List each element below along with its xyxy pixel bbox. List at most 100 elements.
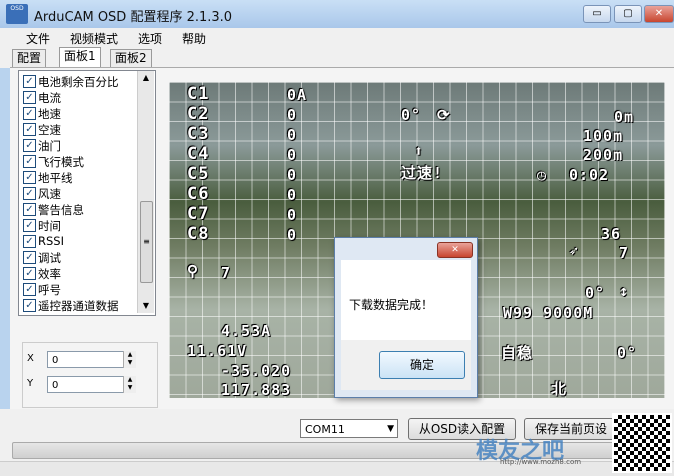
menu-help[interactable]: 帮助 — [182, 30, 206, 47]
list-item-label: 飞行模式 — [38, 155, 84, 169]
osd-channel-value: 0 — [287, 206, 298, 224]
list-item[interactable]: ✓ 风速 — [21, 185, 139, 201]
checkbox[interactable]: ✓ — [23, 155, 36, 168]
tab-config[interactable]: 配置 — [12, 49, 47, 67]
list-item-label: 呼号 — [38, 283, 61, 297]
checkbox[interactable]: ✓ — [23, 171, 36, 184]
x-label: X — [27, 353, 34, 364]
list-item[interactable]: ✓ RSSI — [21, 233, 139, 249]
list-item[interactable]: ✓ 呼号 — [21, 281, 139, 297]
list-item[interactable]: ✓ 调试 — [21, 249, 139, 265]
list-item-label: 地速 — [38, 107, 61, 121]
com-port-select[interactable]: COM11 ▼ — [300, 419, 398, 438]
list-item-label: 遥控器通道数据 — [38, 299, 119, 313]
list-item[interactable]: ✓ 电池剩余百分比 — [21, 73, 139, 89]
checkbox[interactable]: ✓ — [23, 267, 36, 280]
list-item-label: 电流 — [38, 91, 61, 105]
checkbox[interactable]: ✓ — [23, 139, 36, 152]
list-item[interactable]: ✓ 飞行模式 — [21, 153, 139, 169]
window-title: ArduCAM OSD 配置程序 2.1.3.0 — [34, 10, 233, 25]
osd-current: 4.53A — [221, 322, 272, 340]
checkbox[interactable]: ✓ — [23, 251, 36, 264]
scroll-up-icon[interactable]: ▲ — [138, 71, 154, 85]
dialog-close-button[interactable]: ✕ — [437, 242, 473, 258]
osd-channel-value: 0 — [287, 166, 298, 184]
menu-video-mode[interactable]: 视频模式 — [70, 30, 118, 47]
dialog-body: 下载数据完成！ — [341, 260, 471, 340]
list-item-label: 调试 — [38, 251, 61, 265]
osd-channel-value: 0 — [287, 186, 298, 204]
osd-waypoint: W99 9000M — [503, 304, 594, 322]
checkbox[interactable]: ✓ — [23, 91, 36, 104]
menu-file[interactable]: 文件 — [26, 30, 50, 47]
checkbox[interactable]: ✓ — [23, 203, 36, 216]
checkbox[interactable]: ✓ — [23, 219, 36, 232]
list-item-label: 电池剩余百分比 — [38, 75, 119, 89]
tab-strip: 配置 面板1 面板2 — [0, 47, 674, 68]
osd-wind-speed: 36 — [601, 225, 622, 243]
osd-home-distance: 200m — [583, 146, 624, 164]
osd-home-heading: 0° — [585, 284, 606, 302]
maximize-button[interactable]: ▢ — [614, 5, 642, 23]
list-item[interactable]: ✓ 电流 — [21, 89, 139, 105]
checkbox[interactable]: ✓ — [23, 299, 36, 312]
checkbox[interactable]: ✓ — [23, 283, 36, 296]
osd-home-arrow-icon: ⬆ — [414, 142, 425, 160]
title-bar: OSD ArduCAM OSD 配置程序 2.1.3.0 ▭ ▢ ✕ — [0, 0, 674, 29]
osd-channel-value: 0 — [287, 106, 298, 124]
y-spin-buttons[interactable]: ▲ ▼ — [123, 376, 136, 393]
list-item[interactable]: ✓ 空速 — [21, 121, 139, 137]
list-item-label: 油门 — [38, 139, 61, 153]
list-item[interactable]: ✓ 地速 — [21, 105, 139, 121]
list-item-label: 风速 — [38, 187, 61, 201]
position-group: X 0 ▲ ▼ Y 0 ▲ ▼ — [22, 342, 158, 408]
chevron-down-icon[interactable]: ▼ — [387, 420, 394, 439]
list-scrollbar[interactable]: ▲ ≡ ▼ — [137, 71, 154, 313]
list-item[interactable]: ✓ 警告信息 — [21, 201, 139, 217]
message-dialog: ✕ 下载数据完成！ 确定 — [334, 237, 478, 398]
osd-updown-icon: ↕ — [619, 282, 630, 300]
qr-code-image — [612, 413, 672, 473]
osd-voltage: 11.61V — [187, 342, 248, 360]
osd-latitude: -35.020 — [221, 362, 292, 380]
osd-altitude: 0m — [614, 108, 635, 126]
osd-channel-label: C7 — [187, 204, 210, 224]
scroll-thumb[interactable]: ≡ — [140, 201, 153, 283]
osd-roll: 0° — [617, 344, 638, 362]
close-button[interactable]: ✕ — [644, 5, 674, 23]
checkbox[interactable]: ✓ — [23, 187, 36, 200]
osd-satellite-icon: ⚲ — [187, 262, 199, 280]
osd-wind-speed-2: 7 — [619, 244, 630, 262]
osd-longitude: 117.883 — [221, 381, 292, 398]
tab-panel2[interactable]: 面板2 — [110, 49, 152, 67]
scroll-down-icon[interactable]: ▼ — [138, 299, 154, 313]
menu-options[interactable]: 选项 — [138, 30, 162, 47]
checkbox[interactable]: ✓ — [23, 75, 36, 88]
list-item[interactable]: ✓ 地平线 — [21, 169, 139, 185]
list-item[interactable]: ✓ 效率 — [21, 265, 139, 281]
osd-heading: 0° — [401, 106, 422, 124]
osd-channel-label: C3 — [187, 124, 210, 144]
x-spin-buttons[interactable]: ▲ ▼ — [123, 351, 136, 368]
osd-satellites: 7 — [221, 264, 232, 282]
x-spinner[interactable]: 0 — [47, 351, 135, 368]
osd-channel-value: 0 — [287, 126, 298, 144]
osd-channel-value: 0A — [287, 86, 308, 104]
list-item-label: 空速 — [38, 123, 61, 137]
tab-panel1[interactable]: 面板1 — [59, 47, 101, 68]
osd-channel-label: C6 — [187, 184, 210, 204]
checkbox[interactable]: ✓ — [23, 107, 36, 120]
checkbox[interactable]: ✓ — [23, 123, 36, 136]
list-item[interactable]: ✓ 遥控器通道数据 — [21, 297, 139, 313]
list-item[interactable]: ✓ 油门 — [21, 137, 139, 153]
osd-compass-icon: ⟳ — [437, 106, 451, 124]
y-spinner[interactable]: 0 — [47, 376, 135, 393]
list-item[interactable]: ✓ 时间 — [21, 217, 139, 233]
ok-button[interactable]: 确定 — [379, 351, 465, 379]
panel-item-list[interactable]: ✓ 电池剩余百分比 ✓ 电流 ✓ 地速 ✓ 空速 ✓ 油门 ✓ 飞行模式 ✓ 地平线 ✓ 风速 … — [18, 70, 156, 316]
watermark-url: http://www.mozh8.com — [500, 458, 582, 466]
app-icon: OSD — [6, 4, 28, 24]
checkbox[interactable]: ✓ — [23, 235, 36, 248]
minimize-button[interactable]: ▭ — [583, 5, 611, 23]
osd-timer: 0:02 — [569, 166, 610, 184]
